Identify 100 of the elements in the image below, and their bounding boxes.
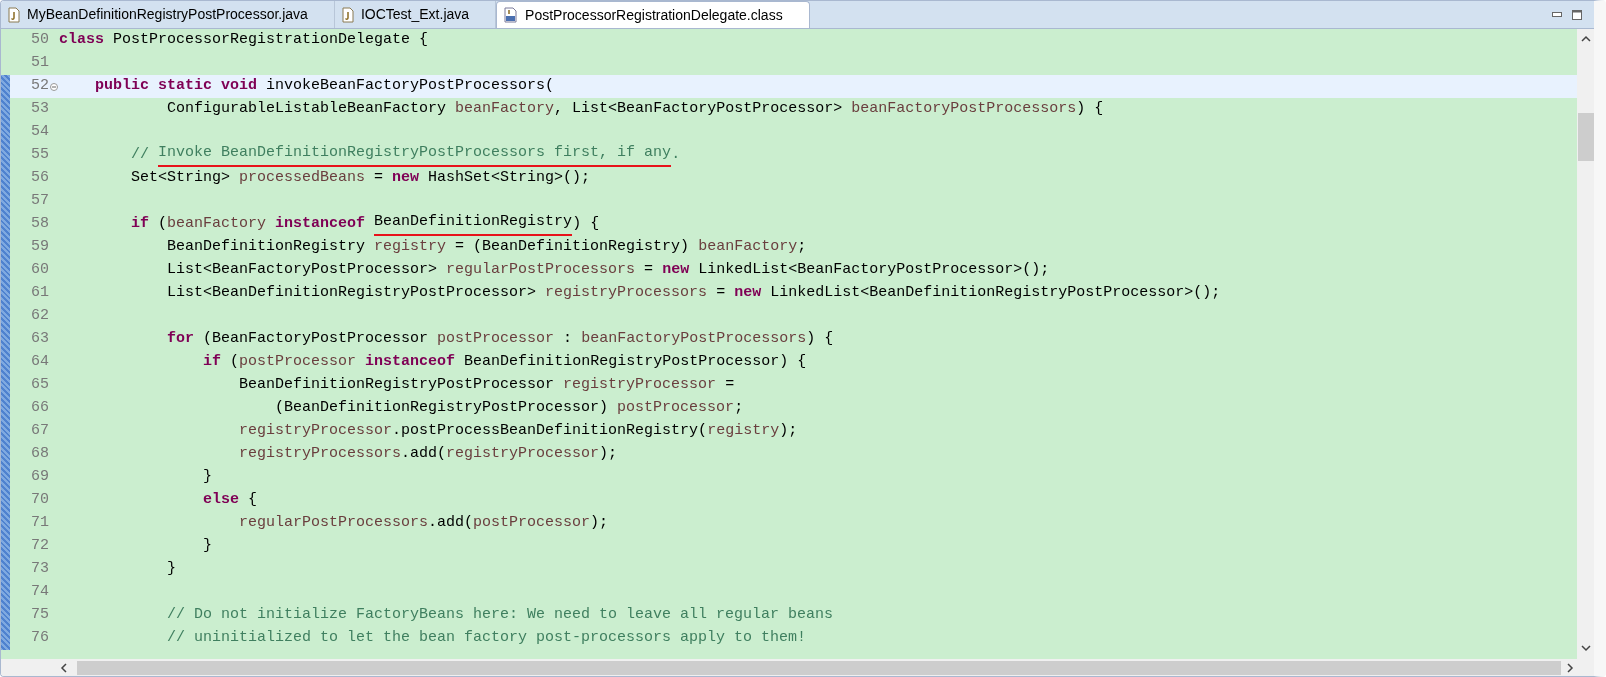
code-text: List<BeanDefinitionRegistryPostProcessor> [166, 283, 538, 304]
code-text: ); [599, 444, 618, 465]
scroll-right-icon[interactable] [1565, 662, 1575, 673]
code-text: } [202, 536, 213, 557]
code-text: = [643, 260, 655, 281]
code-text: new [392, 168, 420, 189]
maximize-icon[interactable] [1572, 9, 1582, 20]
code-text: regularPostProcessors [238, 513, 429, 534]
code-text: LinkedList<BeanDefinitionRegistryPostProcessor>(); [769, 283, 1221, 304]
line-number: 69 [31, 468, 49, 486]
code-text: // uninitialized to let the bean factory post-processors apply to them! [166, 628, 807, 649]
code-text: ) { [1076, 99, 1104, 120]
code-text: registryProcessor [238, 421, 393, 442]
code-text: registryProcessor [563, 375, 717, 396]
code-text: (BeanFactoryPostProcessor [202, 329, 430, 350]
line-number: 66 [31, 399, 49, 417]
code-text: .add( [401, 444, 447, 465]
line-number: 63 [31, 330, 49, 348]
code-text: registry [707, 421, 780, 442]
code-text: ) { [572, 215, 600, 235]
line-number: 56 [31, 169, 49, 187]
code-text: registryProcessors [545, 283, 708, 304]
scrollbar-thumb[interactable] [77, 660, 1561, 675]
code-text: : [562, 329, 574, 350]
line-number: 72 [31, 537, 49, 555]
code-text: .postProcessBeanDefinitionRegistry( [392, 421, 708, 442]
code-text: for [166, 329, 195, 350]
code-text: regularPostProcessors [446, 260, 636, 281]
code-text: registryProcessor [446, 444, 600, 465]
code-text: } [166, 559, 177, 580]
code-text: Set<String> [130, 168, 232, 189]
code-text: BeanDefinitionRegistry [166, 237, 367, 258]
code-text: beanFactoryPostProcessors [851, 99, 1077, 120]
line-number: 54 [31, 123, 49, 141]
code-text: registryProcessors [238, 444, 402, 465]
code-text: else [202, 490, 240, 511]
line-number: 57 [31, 192, 49, 210]
code-text: // [130, 145, 150, 166]
vertical-scrollbar[interactable] [1577, 29, 1594, 676]
line-number: 74 [31, 583, 49, 601]
line-number: 50 [31, 31, 49, 49]
code-text: LinkedList<BeanFactoryPostProcessor>(); [697, 260, 1050, 281]
code-text: class [59, 30, 104, 51]
code-text: BeanDefinitionRegistryPostProcessor) { [463, 352, 807, 373]
code-text: beanFactory [698, 237, 798, 258]
code-text: = [724, 375, 735, 396]
code-text: ; [797, 237, 807, 258]
java-file-icon [7, 6, 21, 23]
code-text: registry [374, 237, 447, 258]
line-number: 73 [31, 560, 49, 578]
scrollbar-thumb[interactable] [1577, 113, 1594, 161]
code-text: ); [590, 513, 609, 534]
code-text: { [247, 490, 258, 511]
editor-tab[interactable]: PostProcessorRegistrationDelegate.class [496, 1, 810, 28]
scroll-left-icon[interactable] [59, 662, 69, 673]
code-text: PostProcessorRegistrationDelegate { [112, 30, 429, 51]
code-text: BeanDefinitionRegistryPostProcessor [238, 375, 556, 396]
underlined-code-text: Invoke BeanDefinitionRegistryPostProcessors first, if any [158, 144, 672, 167]
code-text: beanFactoryPostProcessors [581, 329, 807, 350]
code-text: ( [157, 214, 168, 235]
code-text: beanFactory [455, 99, 555, 120]
code-text: beanFactory [167, 214, 267, 235]
code-text: = [715, 283, 727, 304]
line-number: 68 [31, 445, 49, 463]
code-text: HashSet<String>(); [427, 168, 591, 189]
line-number: 64 [31, 353, 49, 371]
line-number: 61 [31, 284, 49, 302]
code-text: postProcessor [473, 513, 591, 534]
line-number: 75 [31, 606, 49, 624]
code-text: postProcessor [239, 352, 357, 373]
code-text: new [662, 260, 690, 281]
minimize-icon[interactable] [1552, 12, 1562, 17]
line-number: 65 [31, 376, 49, 394]
scroll-up-icon[interactable] [1580, 35, 1591, 43]
line-number: 67 [31, 422, 49, 440]
underlined-code-text: BeanDefinitionRegistry [374, 213, 573, 236]
code-text: instanceof [364, 352, 456, 373]
code-text: invokeBeanFactoryPostProcessors( [265, 76, 555, 97]
code-text: , List<BeanFactoryPostProcessor> [554, 99, 844, 120]
code-text: } [202, 467, 213, 488]
editor-tab[interactable]: IOCTest_Ext.java [334, 1, 497, 28]
editor-tab[interactable]: MyBeanDefinitionRegistryPostProcessor.java [1, 1, 335, 28]
code-text: processedBeans [239, 168, 366, 189]
line-number: 70 [31, 491, 49, 509]
code-text: ); [779, 421, 798, 442]
class-file-icon [503, 7, 520, 23]
line-number: 58 [31, 215, 49, 233]
code-text: postProcessor [437, 329, 555, 350]
line-number: 55 [31, 146, 49, 164]
code-text: // Do not initialize FactoryBeans here: We need to leave all regular beans [166, 605, 834, 626]
scroll-down-icon[interactable] [1580, 644, 1591, 652]
line-number: 52 [31, 77, 49, 95]
code-text: new [734, 283, 762, 304]
code-text: ( [229, 352, 240, 373]
line-number: 71 [31, 514, 49, 532]
line-number: 60 [31, 261, 49, 279]
code-text: = (BeanDefinitionRegistry) [454, 237, 691, 258]
code-text: .add( [428, 513, 474, 534]
horizontal-scrollbar[interactable] [1, 659, 1577, 676]
line-number: 53 [31, 100, 49, 118]
